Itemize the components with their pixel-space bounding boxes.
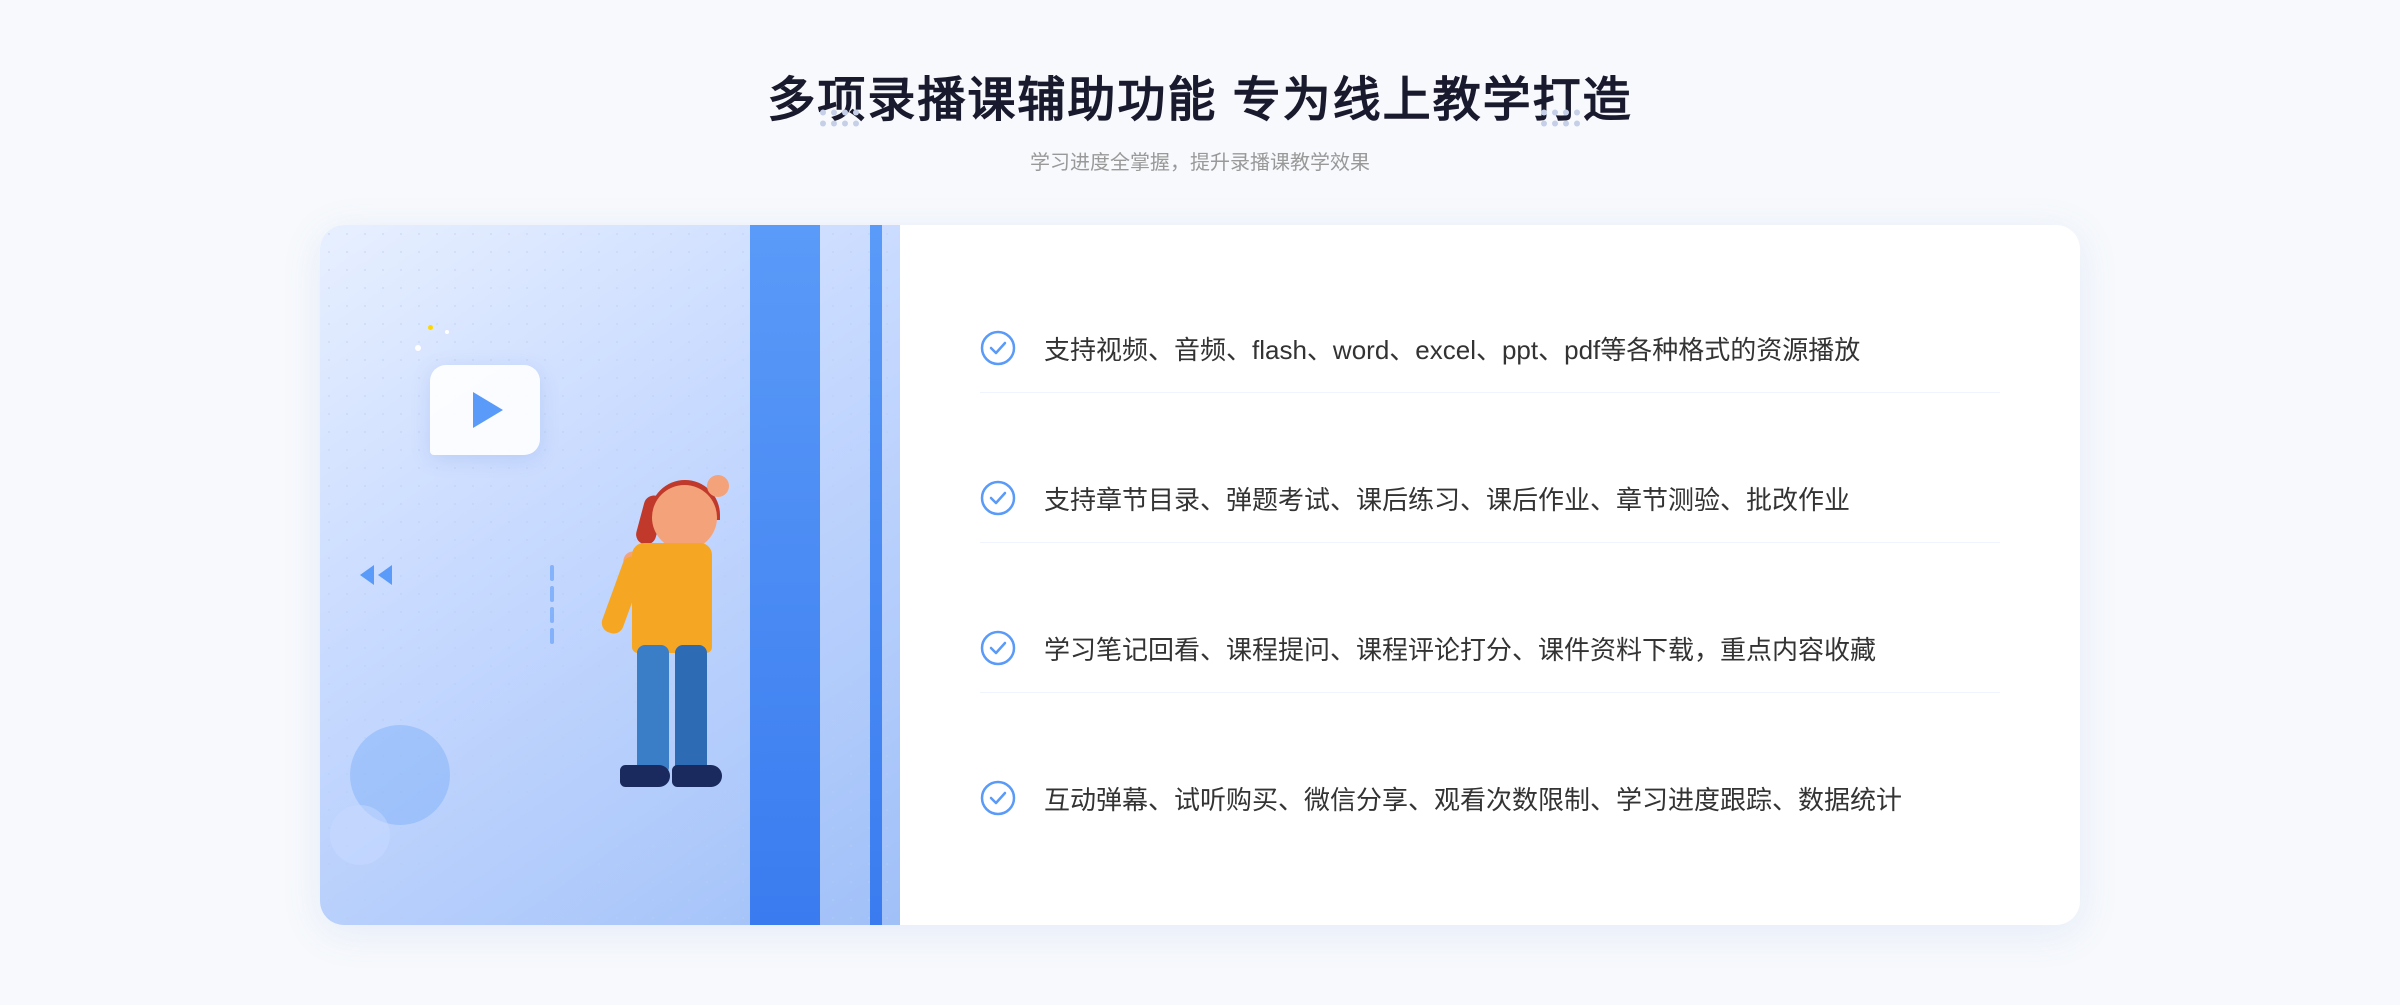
features-area: 支持视频、音频、flash、word、excel、ppt、pdf等各种格式的资源… <box>900 225 2080 925</box>
person-illustration <box>532 425 792 925</box>
feature-text-3: 学习笔记回看、课程提问、课程评论打分、课件资料下载，重点内容收藏 <box>1044 628 1876 672</box>
person-leg-right <box>675 645 707 775</box>
person-shoe-right <box>672 765 722 787</box>
feature-text-2: 支持章节目录、弹题考试、课后练习、课后作业、章节测验、批改作业 <box>1044 478 1850 522</box>
header-dots-right <box>1541 109 1580 126</box>
feature-item-4: 互动弹幕、试听购买、微信分享、观看次数限制、学习进度跟踪、数据统计 <box>980 758 2000 842</box>
person-shoe-left <box>620 765 670 787</box>
main-title: 多项录播课辅助功能 专为线上教学打造 <box>0 60 2400 130</box>
check-icon-4 <box>980 780 1016 816</box>
header-dots-left <box>820 109 859 126</box>
person-head <box>652 485 717 550</box>
person-leg-left <box>637 645 669 775</box>
left-nav-arrows <box>360 565 392 585</box>
check-icon-3 <box>980 630 1016 666</box>
person-body <box>632 543 712 653</box>
content-card: 支持视频、音频、flash、word、excel、ppt、pdf等各种格式的资源… <box>320 225 2080 925</box>
blue-accent-bar <box>870 225 882 925</box>
play-triangle-icon <box>473 392 503 428</box>
page-wrapper: 多项录播课辅助功能 专为线上教学打造 学习进度全掌握，提升录播课教学效果 <box>0 0 2400 1005</box>
feature-item-1: 支持视频、音频、flash、word、excel、ppt、pdf等各种格式的资源… <box>980 308 2000 393</box>
check-icon-2 <box>980 480 1016 516</box>
sparkle-icon-2 <box>428 325 433 330</box>
feature-text-1: 支持视频、音频、flash、word、excel、ppt、pdf等各种格式的资源… <box>1044 328 1860 372</box>
sparkle-icon-3 <box>445 330 449 334</box>
sparkle-icon-1 <box>415 345 421 351</box>
arrow-left-icon-1 <box>360 565 374 585</box>
illustration-area <box>320 225 900 925</box>
play-bubble <box>430 365 540 455</box>
header-section: 多项录播课辅助功能 专为线上教学打造 学习进度全掌握，提升录播课教学效果 <box>0 60 2400 175</box>
feature-item-3: 学习笔记回看、课程提问、课程评论打分、课件资料下载，重点内容收藏 <box>980 608 2000 693</box>
sub-title: 学习进度全掌握，提升录播课教学效果 <box>0 146 2400 175</box>
feature-text-4: 互动弹幕、试听购买、微信分享、观看次数限制、学习进度跟踪、数据统计 <box>1044 778 1902 822</box>
deco-circle-light <box>330 805 390 865</box>
arrow-left-icon-2 <box>378 565 392 585</box>
person-hand-up <box>707 475 729 497</box>
feature-item-2: 支持章节目录、弹题考试、课后练习、课后作业、章节测验、批改作业 <box>980 458 2000 543</box>
check-icon-1 <box>980 330 1016 366</box>
